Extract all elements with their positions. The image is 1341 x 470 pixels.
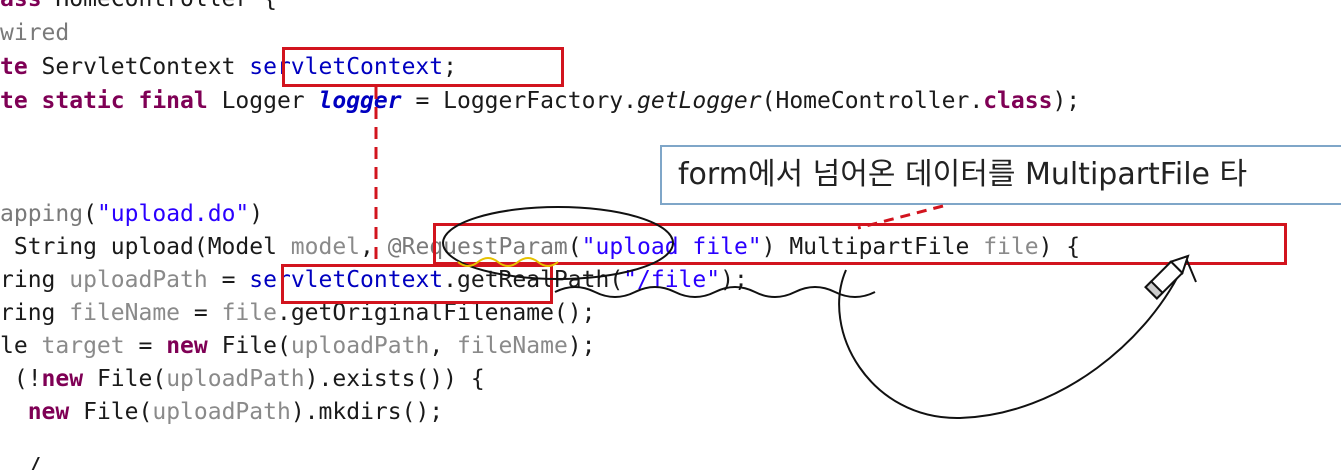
curved-arrow-line: [838, 261, 1186, 420]
yellow-squiggle: [457, 257, 559, 267]
circle-around-request-param: [442, 206, 674, 280]
screenshot-stage: ass HomeController { wired te ServletCon…: [0, 0, 1341, 470]
tooltip-pointer-line: [857, 204, 944, 230]
black-squiggle: [554, 286, 876, 298]
annotation-overlay: [374, 87, 1197, 420]
